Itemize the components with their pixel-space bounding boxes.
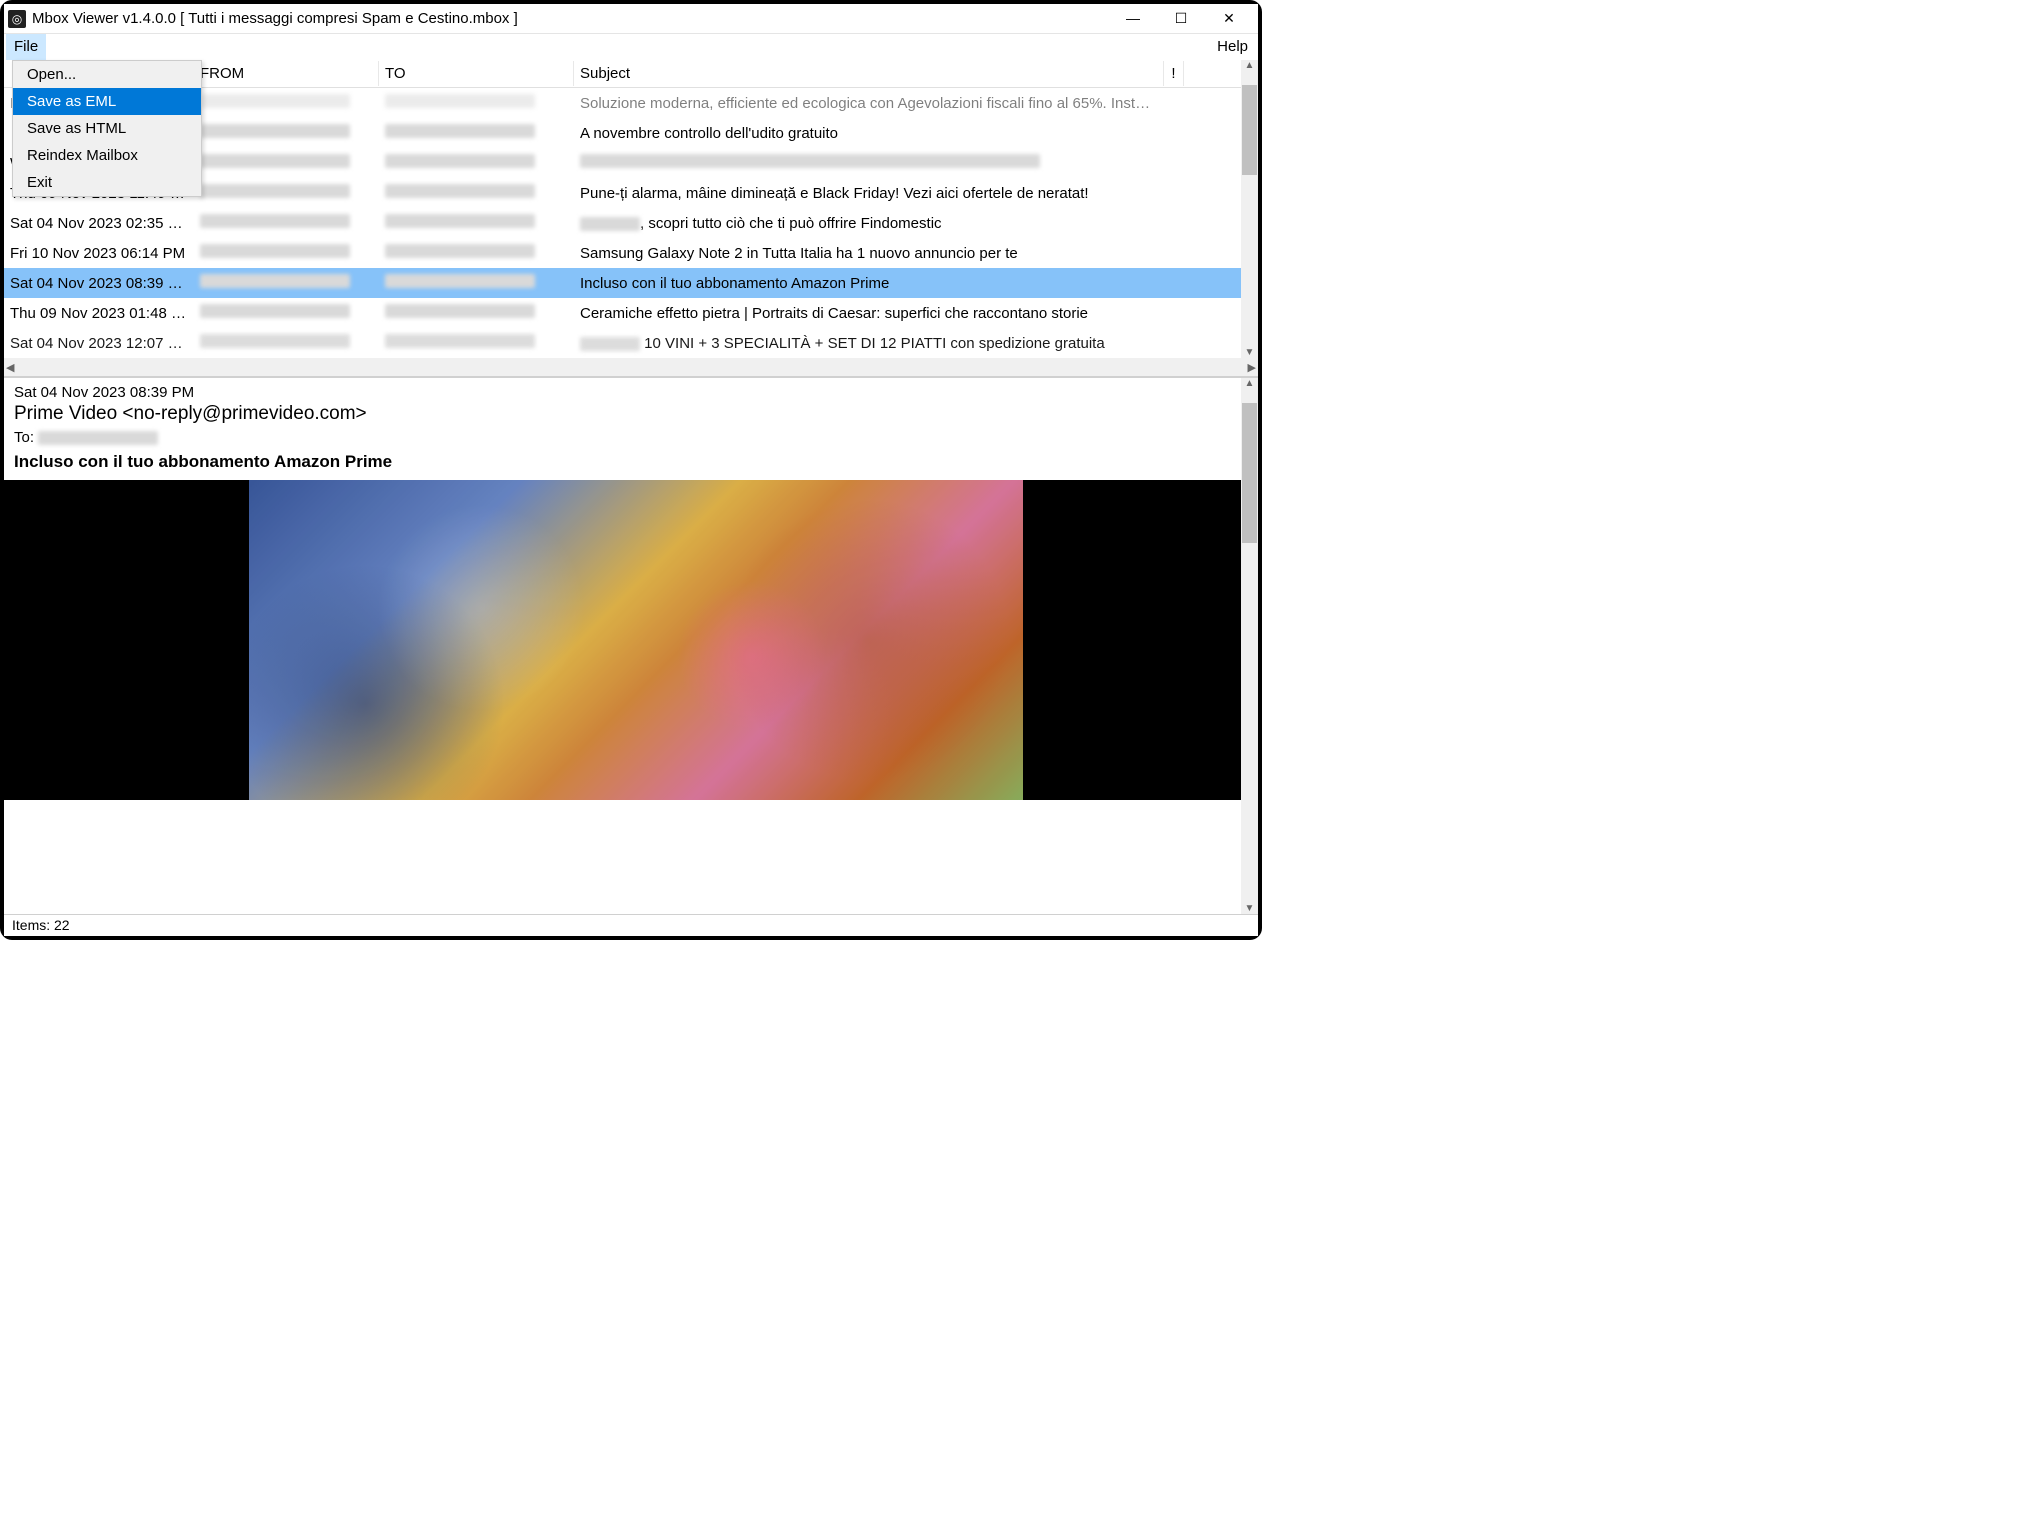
scroll-left-icon[interactable]: ◀ — [6, 361, 14, 374]
preview-image — [249, 480, 1023, 800]
scroll-thumb[interactable] — [1242, 403, 1257, 543]
close-button[interactable]: ✕ — [1214, 10, 1244, 27]
cell-subject: , scopri tutto ciò che ti può offrire Fi… — [574, 211, 1164, 236]
cell-flag — [1164, 309, 1184, 317]
table-row[interactable]: Sat 04 Nov 2023 02:35 PM , scopri tutto c… — [4, 208, 1258, 238]
menu-save-eml[interactable]: Save as EML — [13, 88, 201, 115]
cell-from — [194, 150, 379, 176]
scroll-up-icon[interactable]: ▲ — [1245, 60, 1255, 71]
cell-subject: Incluso con il tuo abbonamento Amazon Pr… — [574, 271, 1164, 296]
table-row[interactable]: Fri 10 Nov 2023 06:14 PM Samsung Galaxy N… — [4, 238, 1258, 268]
menu-file[interactable]: File — [6, 34, 46, 60]
statusbar: Items: 22 — [4, 914, 1258, 936]
cell-to — [379, 180, 574, 206]
menu-help[interactable]: Help — [1209, 34, 1256, 60]
cell-subject: Samsung Galaxy Note 2 in Tutta Italia ha… — [574, 241, 1164, 266]
cell-date: Thu 09 Nov 2023 01:48 PM — [4, 301, 194, 326]
cell-to — [379, 120, 574, 146]
cell-date: Sat 04 Nov 2023 02:35 PM — [4, 211, 194, 236]
preview-from: Prime Video <no-reply@primevideo.com> — [14, 403, 1248, 425]
menu-open[interactable]: Open... — [13, 61, 201, 88]
cell-subject — [574, 150, 1164, 176]
cell-flag — [1164, 219, 1184, 227]
menu-reindex[interactable]: Reindex Mailbox — [13, 142, 201, 169]
cell-date: Sat 04 Nov 2023 12:07 PM — [4, 331, 194, 356]
window-title: Mbox Viewer v1.4.0.0 [ Tutti i messaggi … — [32, 10, 518, 27]
scroll-down-icon[interactable]: ▼ — [1245, 347, 1255, 358]
cell-to — [379, 240, 574, 266]
cell-from — [194, 270, 379, 296]
cell-to — [379, 300, 574, 326]
cell-from — [194, 300, 379, 326]
scroll-down-icon[interactable]: ▼ — [1245, 903, 1255, 914]
preview-body — [4, 480, 1258, 800]
cell-date: Fri 10 Nov 2023 06:14 PM — [4, 241, 194, 266]
cell-to — [379, 150, 574, 176]
cell-from — [194, 180, 379, 206]
file-menu-dropdown: Open... Save as EML Save as HTML Reindex… — [12, 60, 202, 197]
menubar: File Help — [4, 34, 1258, 60]
preview-to-redacted — [38, 431, 158, 445]
preview-date: Sat 04 Nov 2023 08:39 PM — [14, 384, 1248, 401]
minimize-button[interactable]: — — [1118, 10, 1148, 27]
cell-from — [194, 210, 379, 236]
scroll-up-icon[interactable]: ▲ — [1245, 378, 1255, 389]
cell-from — [194, 330, 379, 356]
maximize-button[interactable]: ☐ — [1166, 10, 1196, 27]
preview-pane: Sat 04 Nov 2023 08:39 PM Prime Video <no… — [4, 378, 1258, 914]
titlebar: ◎ Mbox Viewer v1.4.0.0 [ Tutti i messagg… — [4, 4, 1258, 34]
cell-to — [379, 270, 574, 296]
cell-flag — [1164, 189, 1184, 197]
cell-subject: Pune-ți alarma, mâine dimineață e Black … — [574, 181, 1164, 206]
list-hscrollbar[interactable]: ◀ ▶ — [4, 358, 1258, 376]
cell-subject: 10 VINI + 3 SPECIALITÀ + SET DI 12 PIATT… — [574, 331, 1164, 356]
status-items: Items: 22 — [12, 917, 70, 933]
table-row[interactable]: Sat 04 Nov 2023 12:07 PM 10 VINI + 3 SPE… — [4, 328, 1258, 358]
table-row[interactable]: Sat 04 Nov 2023 08:39 PM Incluso con il t… — [4, 268, 1258, 298]
menu-save-html[interactable]: Save as HTML — [13, 115, 201, 142]
cell-flag — [1164, 249, 1184, 257]
cell-from — [194, 240, 379, 266]
col-flag[interactable]: ! — [1164, 61, 1184, 86]
menu-exit[interactable]: Exit — [13, 169, 201, 196]
cell-subject: A novembre controllo dell'udito gratuito — [574, 121, 1164, 146]
table-row[interactable]: Thu 09 Nov 2023 01:48 PM Ceramiche effett… — [4, 298, 1258, 328]
preview-header: Sat 04 Nov 2023 08:39 PM Prime Video <no… — [4, 378, 1258, 476]
cell-flag — [1164, 339, 1184, 347]
cell-flag — [1164, 99, 1184, 107]
cell-to — [379, 90, 574, 116]
cell-subject: Ceramiche effetto pietra | Portraits di … — [574, 301, 1164, 326]
col-to[interactable]: TO — [379, 61, 574, 86]
cell-date: Sat 04 Nov 2023 08:39 PM — [4, 271, 194, 296]
list-vscrollbar[interactable]: ▲ ▼ — [1241, 60, 1258, 358]
preview-subject: Incluso con il tuo abbonamento Amazon Pr… — [14, 452, 1248, 472]
cell-to — [379, 210, 574, 236]
cell-flag — [1164, 129, 1184, 137]
scroll-thumb[interactable] — [1242, 85, 1257, 175]
scroll-right-icon[interactable]: ▶ — [1248, 361, 1256, 374]
cell-to — [379, 330, 574, 356]
col-subject[interactable]: Subject — [574, 61, 1164, 86]
app-icon: ◎ — [8, 10, 26, 28]
preview-to: To: — [14, 429, 1248, 446]
cell-flag — [1164, 279, 1184, 287]
cell-flag — [1164, 159, 1184, 167]
cell-subject: Soluzione moderna, efficiente ed ecologi… — [574, 91, 1164, 116]
cell-from — [194, 90, 379, 116]
col-from[interactable]: FROM — [194, 61, 379, 86]
preview-vscrollbar[interactable]: ▲ ▼ — [1241, 378, 1258, 914]
cell-from — [194, 120, 379, 146]
